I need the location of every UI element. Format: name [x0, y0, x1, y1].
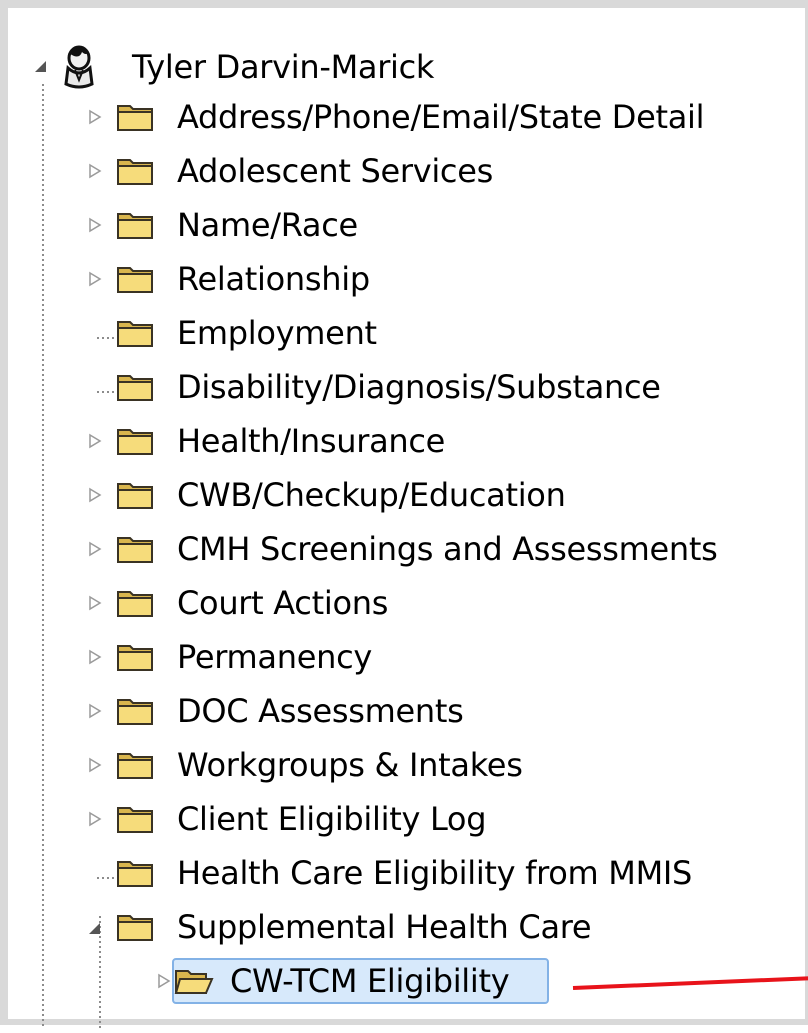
annotation-arrow: [572, 976, 808, 990]
tree-view-panel: Tyler Darvin-Marick Address/Phone/Email/…: [0, 0, 808, 1028]
